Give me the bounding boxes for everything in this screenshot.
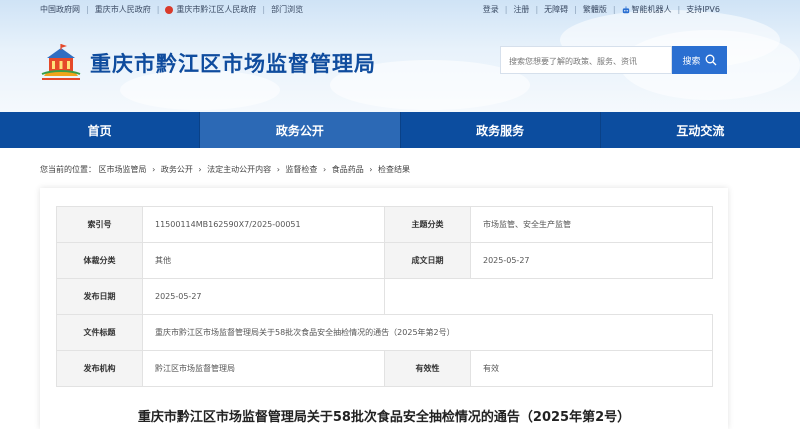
search-button[interactable]: 搜索 xyxy=(672,46,727,74)
published-date-label: 发布日期 xyxy=(56,278,143,315)
breadcrumb-item[interactable]: 监督检查 xyxy=(285,165,317,174)
site-title: 重庆市黔江区市场监督管理局 xyxy=(90,52,376,76)
table-row: 体裁分类 其他 成文日期 2025-05-27 xyxy=(56,242,713,279)
validity-label: 有效性 xyxy=(384,350,471,387)
nav-item-government-services[interactable]: 政务服务 xyxy=(399,112,600,148)
breadcrumb-item[interactable]: 法定主动公开内容 xyxy=(207,165,271,174)
genre-value: 其他 xyxy=(142,242,385,279)
divider: | xyxy=(574,5,577,14)
ipv6-support-label: 支持IPV6 xyxy=(686,5,720,14)
published-date-value: 2025-05-27 xyxy=(142,278,385,315)
breadcrumb-separator: › xyxy=(322,165,327,174)
publishing-org-value: 黔江区市场监督管理局 xyxy=(142,350,385,387)
breadcrumb-separator: › xyxy=(276,165,280,174)
site-logo-icon xyxy=(41,44,81,80)
divider: | xyxy=(156,5,160,14)
top-bar: 中国政府网 | 重庆市人民政府 | 重庆市黔江区人民政府 | 部门浏览 登录 |… xyxy=(0,0,800,18)
publishing-org-label: 发布机构 xyxy=(56,350,143,387)
breadcrumb-item[interactable]: 政务公开 xyxy=(161,165,193,174)
top-link-department-browse[interactable]: 部门浏览 xyxy=(271,4,303,15)
smart-robot-link[interactable]: 智能机器人 xyxy=(632,4,672,15)
article-panel: 索引号 11500114MB162590X7/2025-00051 主题分类 市… xyxy=(40,188,728,429)
divider: | xyxy=(86,5,89,14)
document-title-label: 文件标题 xyxy=(56,314,143,351)
divider: | xyxy=(504,5,508,14)
empty-cell xyxy=(385,279,471,315)
genre-label: 体裁分类 xyxy=(56,242,143,279)
breadcrumb-separator: › xyxy=(198,165,202,174)
top-link-gov-cn[interactable]: 中国政府网 xyxy=(40,4,80,15)
breadcrumb-item[interactable]: 区市场监管局 xyxy=(99,165,147,174)
nav-item-government-affairs-disclosure[interactable]: 政务公开 xyxy=(199,112,400,148)
traditional-chinese-link[interactable]: 繁體版 xyxy=(583,4,607,15)
breadcrumb: 您当前的位置： 区市场监管局 › 政务公开 › 法定主动公开内容 › 监督检查 … xyxy=(40,164,410,175)
created-date-value: 2025-05-27 xyxy=(470,242,713,279)
divider: | xyxy=(262,5,266,14)
accessibility-link[interactable]: 无障碍 xyxy=(544,4,568,15)
top-link-qianjiang-gov[interactable]: 重庆市黔江区人民政府 xyxy=(176,4,256,15)
top-links-right: 登录 | 注册 | 无障碍 | 繁體版 | 智能机器人 | 支持IPV6 xyxy=(483,4,720,15)
divider: | xyxy=(677,5,681,14)
breadcrumb-item[interactable]: 食品药品 xyxy=(332,165,364,174)
divider: | xyxy=(612,5,616,14)
empty-cell xyxy=(471,279,713,315)
top-link-cq-gov[interactable]: 重庆市人民政府 xyxy=(95,4,151,15)
topic-category-label: 主题分类 xyxy=(384,206,471,243)
register-link[interactable]: 注册 xyxy=(513,4,529,15)
table-row: 发布日期 2025-05-27 xyxy=(56,278,713,315)
divider: | xyxy=(535,5,539,14)
breadcrumb-separator: › xyxy=(369,165,373,174)
topic-category-value: 市场监管、安全生产监管 xyxy=(470,206,713,243)
search-input[interactable]: 搜索您想要了解的政策、服务、资讯 xyxy=(500,46,672,74)
created-date-label: 成文日期 xyxy=(384,242,471,279)
nav-item-interaction[interactable]: 互动交流 xyxy=(599,112,800,148)
robot-icon xyxy=(622,5,629,13)
nav-item-home[interactable]: 首页 xyxy=(0,112,199,148)
login-link[interactable]: 登录 xyxy=(483,4,499,15)
article-title: 重庆市黔江区市场监督管理局关于58批次食品安全抽检情况的通告（2025年第2号） xyxy=(137,410,631,425)
breadcrumb-prefix: 您当前的位置： xyxy=(40,165,96,174)
validity-value: 有效 xyxy=(470,350,713,387)
document-meta-table: 索引号 11500114MB162590X7/2025-00051 主题分类 市… xyxy=(56,206,713,387)
table-row: 索引号 11500114MB162590X7/2025-00051 主题分类 市… xyxy=(56,206,713,243)
search-icon xyxy=(705,54,716,66)
main-nav: 首页 政务公开 政务服务 互动交流 xyxy=(0,112,800,148)
index-number-value: 11500114MB162590X7/2025-00051 xyxy=(142,206,385,243)
breadcrumb-item[interactable]: 检查结果 xyxy=(378,165,410,174)
emblem-icon xyxy=(165,5,174,14)
table-row: 文件标题 重庆市黔江区市场监督管理局关于58批次食品安全抽检情况的通告（2025… xyxy=(56,314,713,351)
table-row: 发布机构 黔江区市场监督管理局 有效性 有效 xyxy=(56,350,713,387)
search-button-label: 搜索 xyxy=(682,56,701,67)
top-links-left: 中国政府网 | 重庆市人民政府 | 重庆市黔江区人民政府 | 部门浏览 xyxy=(40,4,303,15)
breadcrumb-separator: › xyxy=(152,165,156,174)
index-number-label: 索引号 xyxy=(56,206,143,243)
document-title-value: 重庆市黔江区市场监督管理局关于58批次食品安全抽检情况的通告（2025年第2号） xyxy=(142,314,713,351)
site-header: 中国政府网 | 重庆市人民政府 | 重庆市黔江区人民政府 | 部门浏览 登录 |… xyxy=(0,0,800,112)
